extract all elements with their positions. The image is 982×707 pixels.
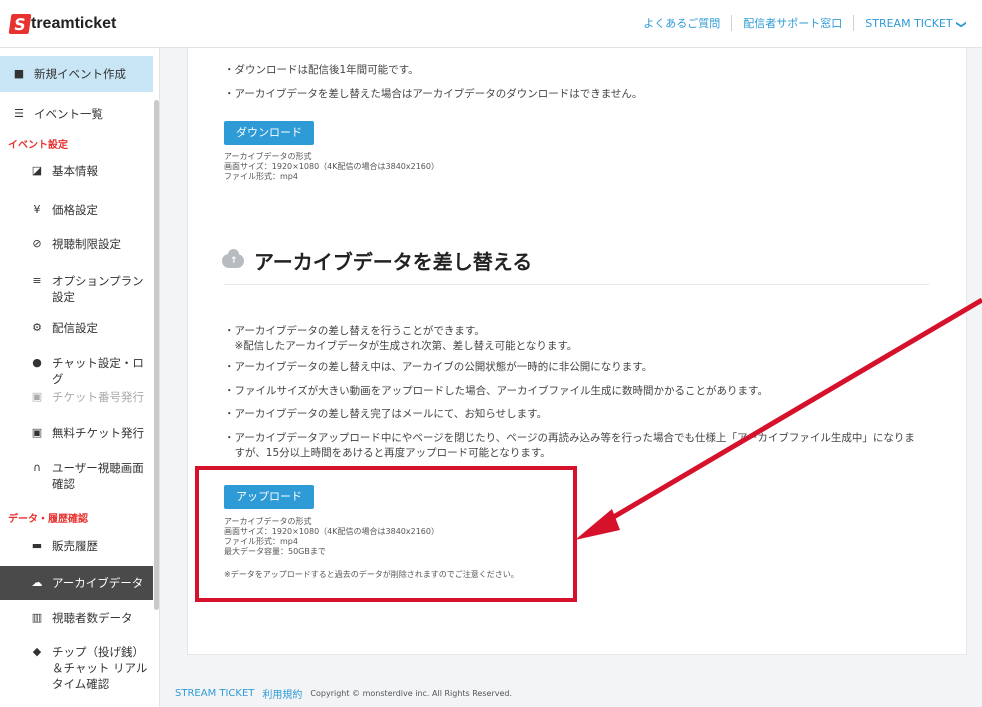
annotation-arrow [575,297,982,540]
footer: STREAM TICKET 利用規約 Copyright © monsterdi… [175,686,520,701]
footer-brand-link[interactable]: STREAM TICKET [175,688,254,699]
footer-terms-link[interactable]: 利用規約 [262,686,302,701]
copyright: Copyright © monsterdive inc. All Rights … [310,689,513,698]
